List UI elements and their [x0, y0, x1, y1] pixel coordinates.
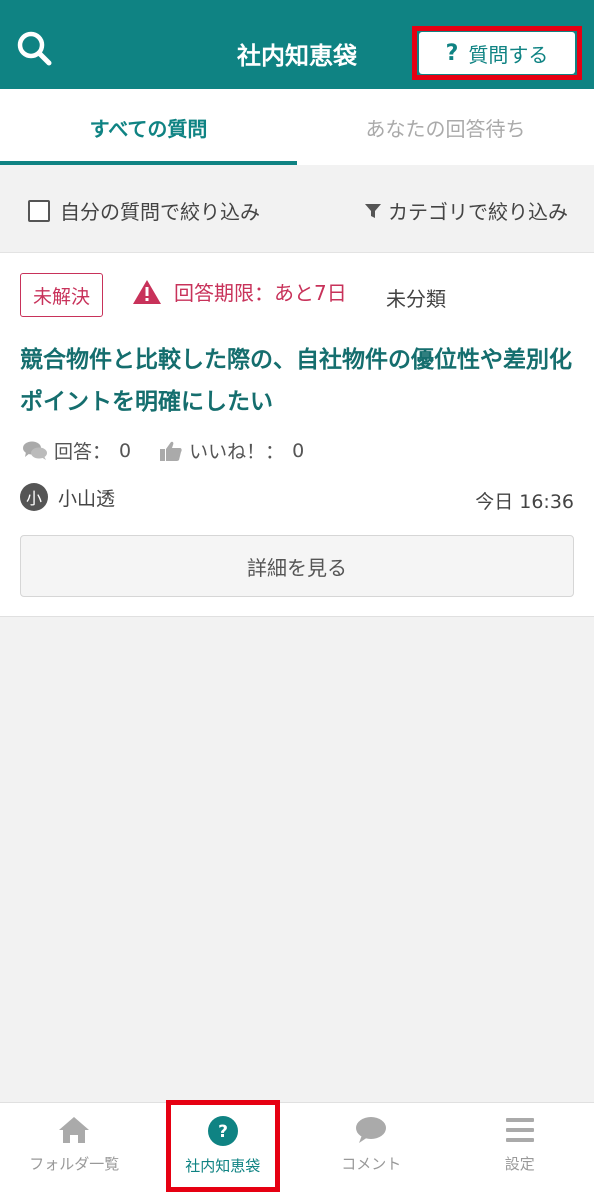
question-mark-icon: ? — [445, 40, 459, 66]
nav-folder-list[interactable]: フォルダ一覧 — [0, 1103, 149, 1200]
nav-label: フォルダ一覧 — [29, 1155, 120, 1173]
svg-text:?: ? — [218, 1122, 228, 1142]
question-title[interactable]: 競合物件と比較した際の、自社物件の優位性や差別化ポイントを明確にしたい — [20, 339, 580, 423]
post-timestamp: 今日 16:36 — [475, 491, 574, 513]
avatar: 小 — [20, 483, 48, 511]
filter-by-category-label: カテゴリで絞り込み — [388, 200, 568, 224]
category-label: 未分類 — [386, 287, 446, 311]
tab-awaiting-your-answer[interactable]: あなたの回答待ち — [297, 89, 594, 165]
like-count-value: 0 — [292, 439, 305, 462]
ask-question-button[interactable]: ? 質問する — [419, 32, 575, 74]
menu-icon — [505, 1118, 534, 1142]
home-icon — [59, 1117, 90, 1143]
filter-my-questions-label: 自分の質問で絞り込み — [60, 200, 260, 224]
deadline-text: 回答期限：あと7日 — [174, 281, 347, 305]
tab-all-questions[interactable]: すべての質問 — [0, 89, 297, 165]
like-count: いいね！： 0 — [159, 437, 304, 464]
nav-label: コメント — [341, 1155, 402, 1173]
app-header: 社内知恵袋 ? 質問する — [0, 0, 594, 89]
question-stats: 回答： 0 いいね！： 0 — [22, 437, 332, 464]
comments-icon — [23, 441, 47, 460]
checkbox[interactable] — [28, 199, 50, 222]
nav-label: 社内知恵袋 — [185, 1157, 261, 1175]
answer-count-label: 回答： — [54, 441, 112, 463]
like-count-label: いいね！： — [189, 441, 285, 463]
deadline-notice: 回答期限：あと7日 — [132, 277, 347, 306]
answer-count-value: 0 — [119, 439, 132, 462]
question-card: 未解決 回答期限：あと7日 未分類 競合物件と比較した際の、自社物件の優位性や差… — [0, 253, 594, 617]
ask-question-label: 質問する — [468, 42, 549, 67]
status-badge: 未解決 — [20, 273, 104, 317]
question-tabs: すべての質問 あなたの回答待ち — [0, 89, 594, 165]
nav-settings[interactable]: 設定 — [446, 1103, 594, 1200]
warning-icon — [133, 279, 161, 304]
tab-label: すべての質問 — [89, 116, 208, 141]
author: 小 小山透 — [20, 483, 115, 511]
search-button[interactable] — [14, 28, 54, 68]
search-icon — [17, 31, 52, 66]
view-details-button[interactable]: 詳細を見る — [20, 535, 574, 597]
author-name: 小山透 — [58, 487, 116, 510]
bottom-nav: フォルダ一覧 ? 社内知恵袋 コメント 設定 — [0, 1102, 594, 1200]
nav-label: 設定 — [504, 1155, 535, 1173]
filter-my-questions[interactable]: 自分の質問で絞り込み — [28, 196, 260, 225]
answer-count: 回答： 0 — [22, 437, 131, 464]
filter-funnel-icon — [365, 203, 381, 218]
speech-bubble-icon — [356, 1117, 387, 1143]
filter-by-category[interactable]: カテゴリで絞り込み — [364, 196, 568, 225]
thumbs-up-icon — [160, 441, 182, 461]
nav-company-knowledge[interactable]: ? 社内知恵袋 — [149, 1103, 298, 1200]
question-circle-icon: ? — [207, 1116, 238, 1146]
tab-label: あなたの回答待ち — [365, 116, 526, 141]
nav-comments[interactable]: コメント — [297, 1103, 446, 1200]
